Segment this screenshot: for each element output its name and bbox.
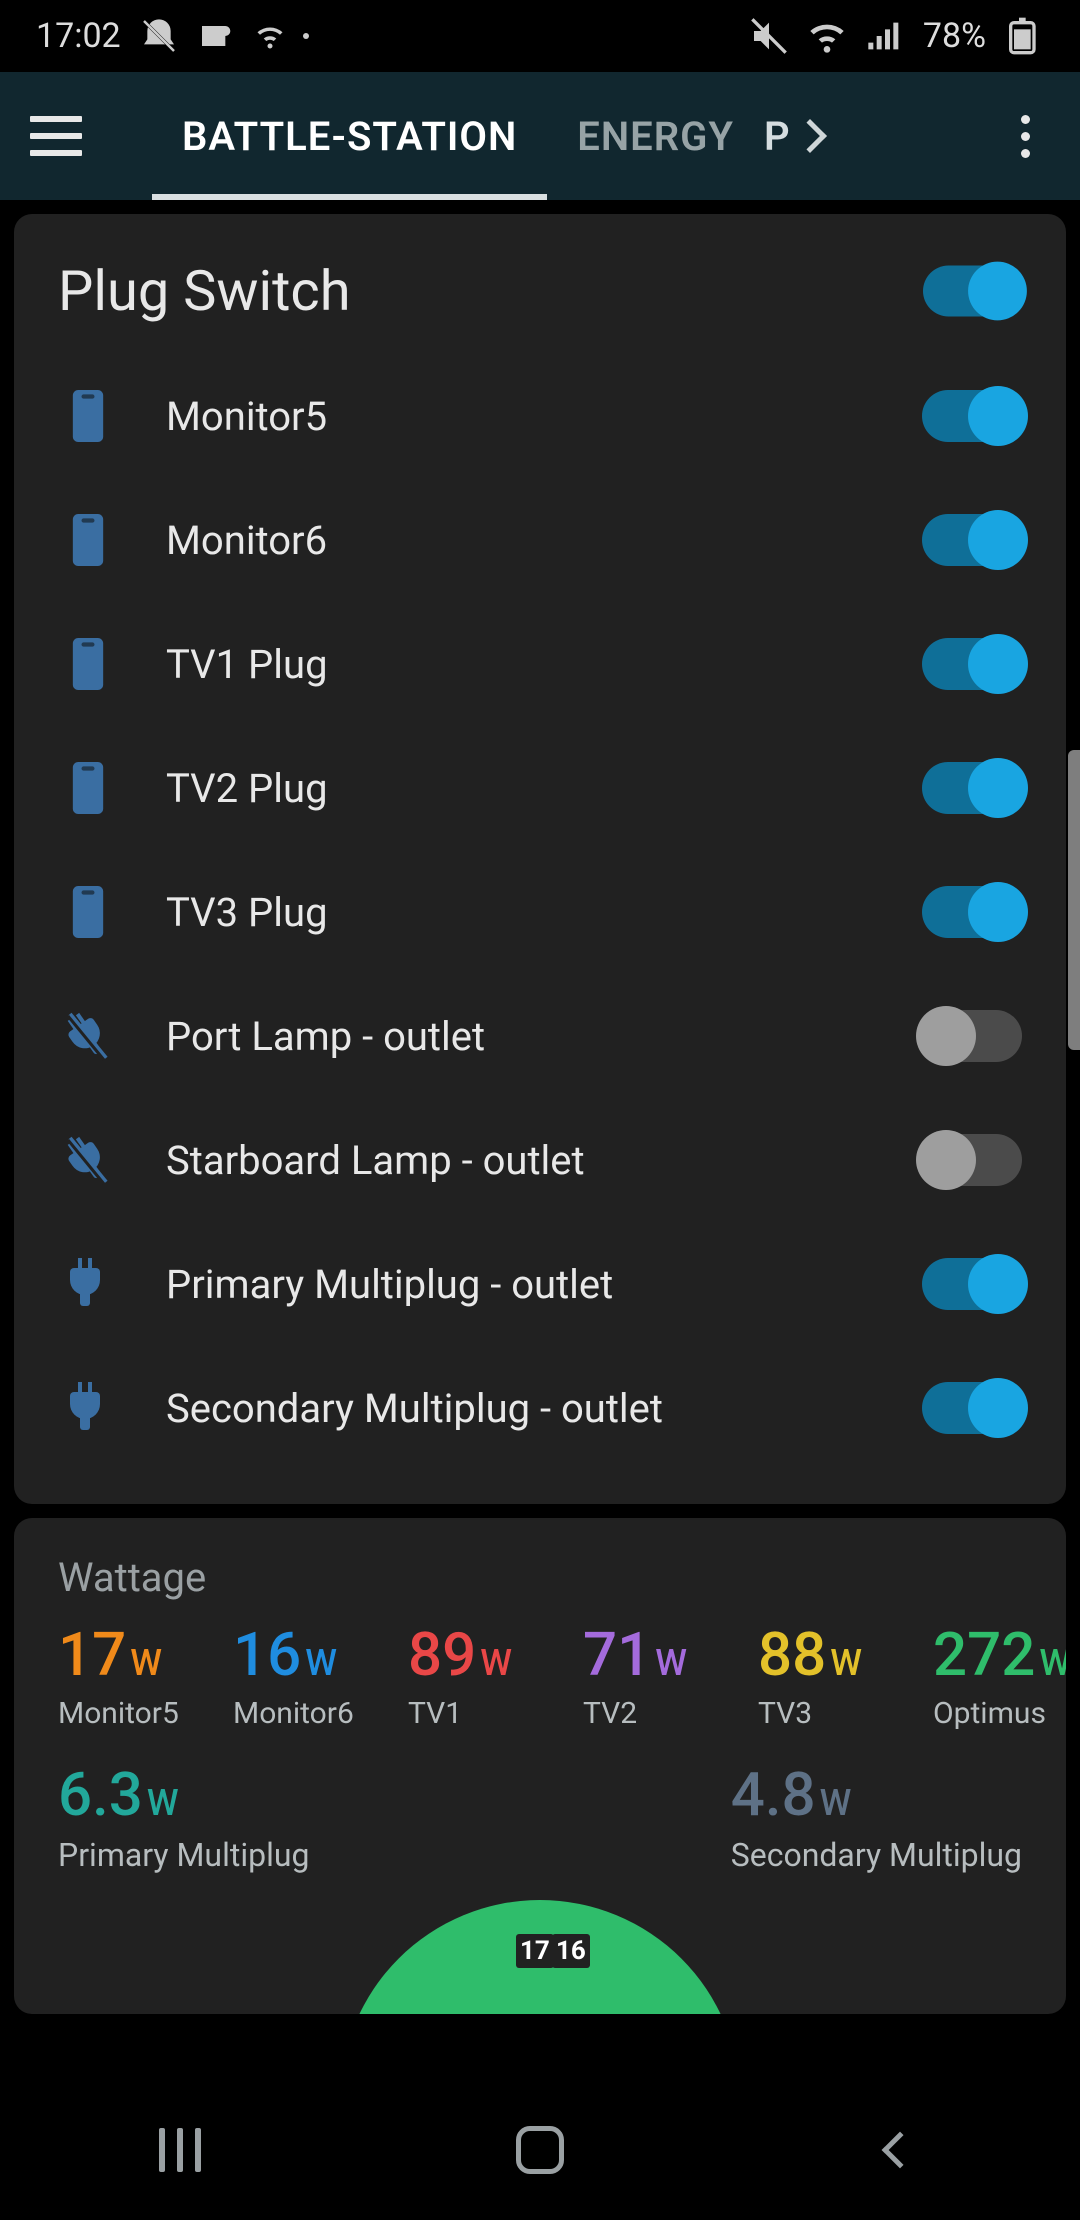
wattage-label: Monitor5 <box>58 1696 213 1731</box>
switch-label: Secondary Multiplug - outlet <box>166 1385 922 1432</box>
wattage-label: TV3 <box>758 1696 913 1731</box>
wattage-item: 272W Optimus <box>933 1619 1066 1731</box>
mute-icon <box>749 16 789 56</box>
wattage-label: Secondary Multiplug <box>731 1836 1022 1874</box>
wattage-value: 17W <box>58 1619 213 1690</box>
nav-recents-button[interactable] <box>140 2120 220 2180</box>
device-icon <box>58 390 118 442</box>
wattage-value: 6.3W <box>58 1759 309 1830</box>
menu-button[interactable] <box>30 116 82 156</box>
toggle[interactable] <box>922 1010 1022 1062</box>
wattage-item: 6.3W Primary Multiplug <box>58 1759 309 1874</box>
toggle[interactable] <box>922 514 1022 566</box>
switch-row: Port Lamp - outlet <box>58 974 1022 1098</box>
donut-badge-2: 16 <box>552 1934 590 1968</box>
chevron-right-icon <box>793 119 827 153</box>
plug-switch-card: Plug Switch Monitor5 Monitor6 TV1 Plug T… <box>14 214 1066 1504</box>
switch-label: Starboard Lamp - outlet <box>166 1137 922 1184</box>
toggle[interactable] <box>922 638 1022 690</box>
plug-off-icon <box>58 1010 118 1062</box>
nav-back-button[interactable] <box>860 2120 940 2180</box>
tab-label: BATTLE-STATION <box>182 113 517 160</box>
overflow-menu-button[interactable] <box>1000 111 1050 161</box>
wattage-item: 17W Monitor5 <box>58 1619 213 1731</box>
toggle[interactable] <box>922 886 1022 938</box>
wattage-label: TV1 <box>408 1696 563 1731</box>
wattage-item: 71W TV2 <box>583 1619 738 1731</box>
wattage-value: 4.8W <box>731 1759 1022 1830</box>
toggle[interactable] <box>922 1382 1022 1434</box>
switch-row: Monitor5 <box>58 354 1022 478</box>
wattage-item: 89W TV1 <box>408 1619 563 1731</box>
wattage-value: 88W <box>758 1619 913 1690</box>
switch-label: Primary Multiplug - outlet <box>166 1261 922 1308</box>
switch-label: TV2 Plug <box>166 765 922 812</box>
wifi-icon <box>807 16 847 56</box>
toggle[interactable] <box>922 1134 1022 1186</box>
switch-label: TV1 Plug <box>166 641 922 688</box>
wattage-label: Monitor6 <box>233 1696 388 1731</box>
wifi-small-icon <box>255 16 285 56</box>
scroll-indicator[interactable] <box>1068 750 1080 1050</box>
battery-text: 78% <box>923 16 986 56</box>
plug-on-icon <box>58 1382 118 1434</box>
switch-label: Monitor5 <box>166 393 922 440</box>
wattage-label: Optimus <box>933 1696 1066 1731</box>
dnd-icon <box>139 16 179 56</box>
status-bar: 17:02 78% <box>0 0 1080 72</box>
switch-label: Port Lamp - outlet <box>166 1013 922 1060</box>
wattage-card: Wattage 17W Monitor5 16W Monitor6 89W TV… <box>14 1518 1066 2014</box>
switch-row: TV1 Plug <box>58 602 1022 726</box>
wattage-item: 16W Monitor6 <box>233 1619 388 1731</box>
switch-label: Monitor6 <box>166 517 922 564</box>
app-header: BATTLE-STATION ENERGY P <box>0 72 1080 200</box>
wattage-value: 89W <box>408 1619 563 1690</box>
wattage-item: 4.8W Secondary Multiplug <box>731 1759 1022 1874</box>
switch-row: TV2 Plug <box>58 726 1022 850</box>
tab-overflow[interactable]: P <box>764 113 822 160</box>
switch-row: TV3 Plug <box>58 850 1022 974</box>
switch-row: Monitor6 <box>58 478 1022 602</box>
wattage-value: 71W <box>583 1619 738 1690</box>
master-toggle[interactable] <box>923 266 1021 317</box>
device-icon <box>58 762 118 814</box>
wattage-label: Primary Multiplug <box>58 1836 309 1874</box>
system-nav-bar <box>0 2080 1080 2220</box>
switch-label: TV3 Plug <box>166 889 922 936</box>
wattage-donut: 17 16 <box>58 1900 1022 2014</box>
plug-off-icon <box>58 1134 118 1186</box>
tab-battle-station[interactable]: BATTLE-STATION <box>152 72 547 200</box>
wattage-label: TV2 <box>583 1696 738 1731</box>
wattage-value: 16W <box>233 1619 388 1690</box>
puzzle-icon <box>197 16 237 56</box>
nav-home-button[interactable] <box>500 2120 580 2180</box>
device-icon <box>58 514 118 566</box>
status-dot <box>303 33 309 39</box>
tab-label: ENERGY <box>577 113 734 160</box>
tab-bar: BATTLE-STATION ENERGY P <box>152 72 970 200</box>
plug-on-icon <box>58 1258 118 1310</box>
switch-row: Secondary Multiplug - outlet <box>58 1346 1022 1470</box>
card-title: Plug Switch <box>58 258 351 324</box>
switch-row: Starboard Lamp - outlet <box>58 1098 1022 1222</box>
tab-label: P <box>764 113 790 160</box>
battery-icon <box>1004 16 1044 56</box>
device-icon <box>58 886 118 938</box>
donut-badge-1: 17 <box>516 1934 554 1968</box>
device-icon <box>58 638 118 690</box>
wattage-value: 272W <box>933 1619 1066 1690</box>
wattage-title: Wattage <box>58 1554 1022 1601</box>
toggle[interactable] <box>922 390 1022 442</box>
signal-icon <box>865 16 905 56</box>
wattage-item: 88W TV3 <box>758 1619 913 1731</box>
status-time: 17:02 <box>36 16 121 56</box>
switch-row: Primary Multiplug - outlet <box>58 1222 1022 1346</box>
tab-energy[interactable]: ENERGY <box>547 72 764 200</box>
toggle[interactable] <box>922 1258 1022 1310</box>
toggle[interactable] <box>922 762 1022 814</box>
